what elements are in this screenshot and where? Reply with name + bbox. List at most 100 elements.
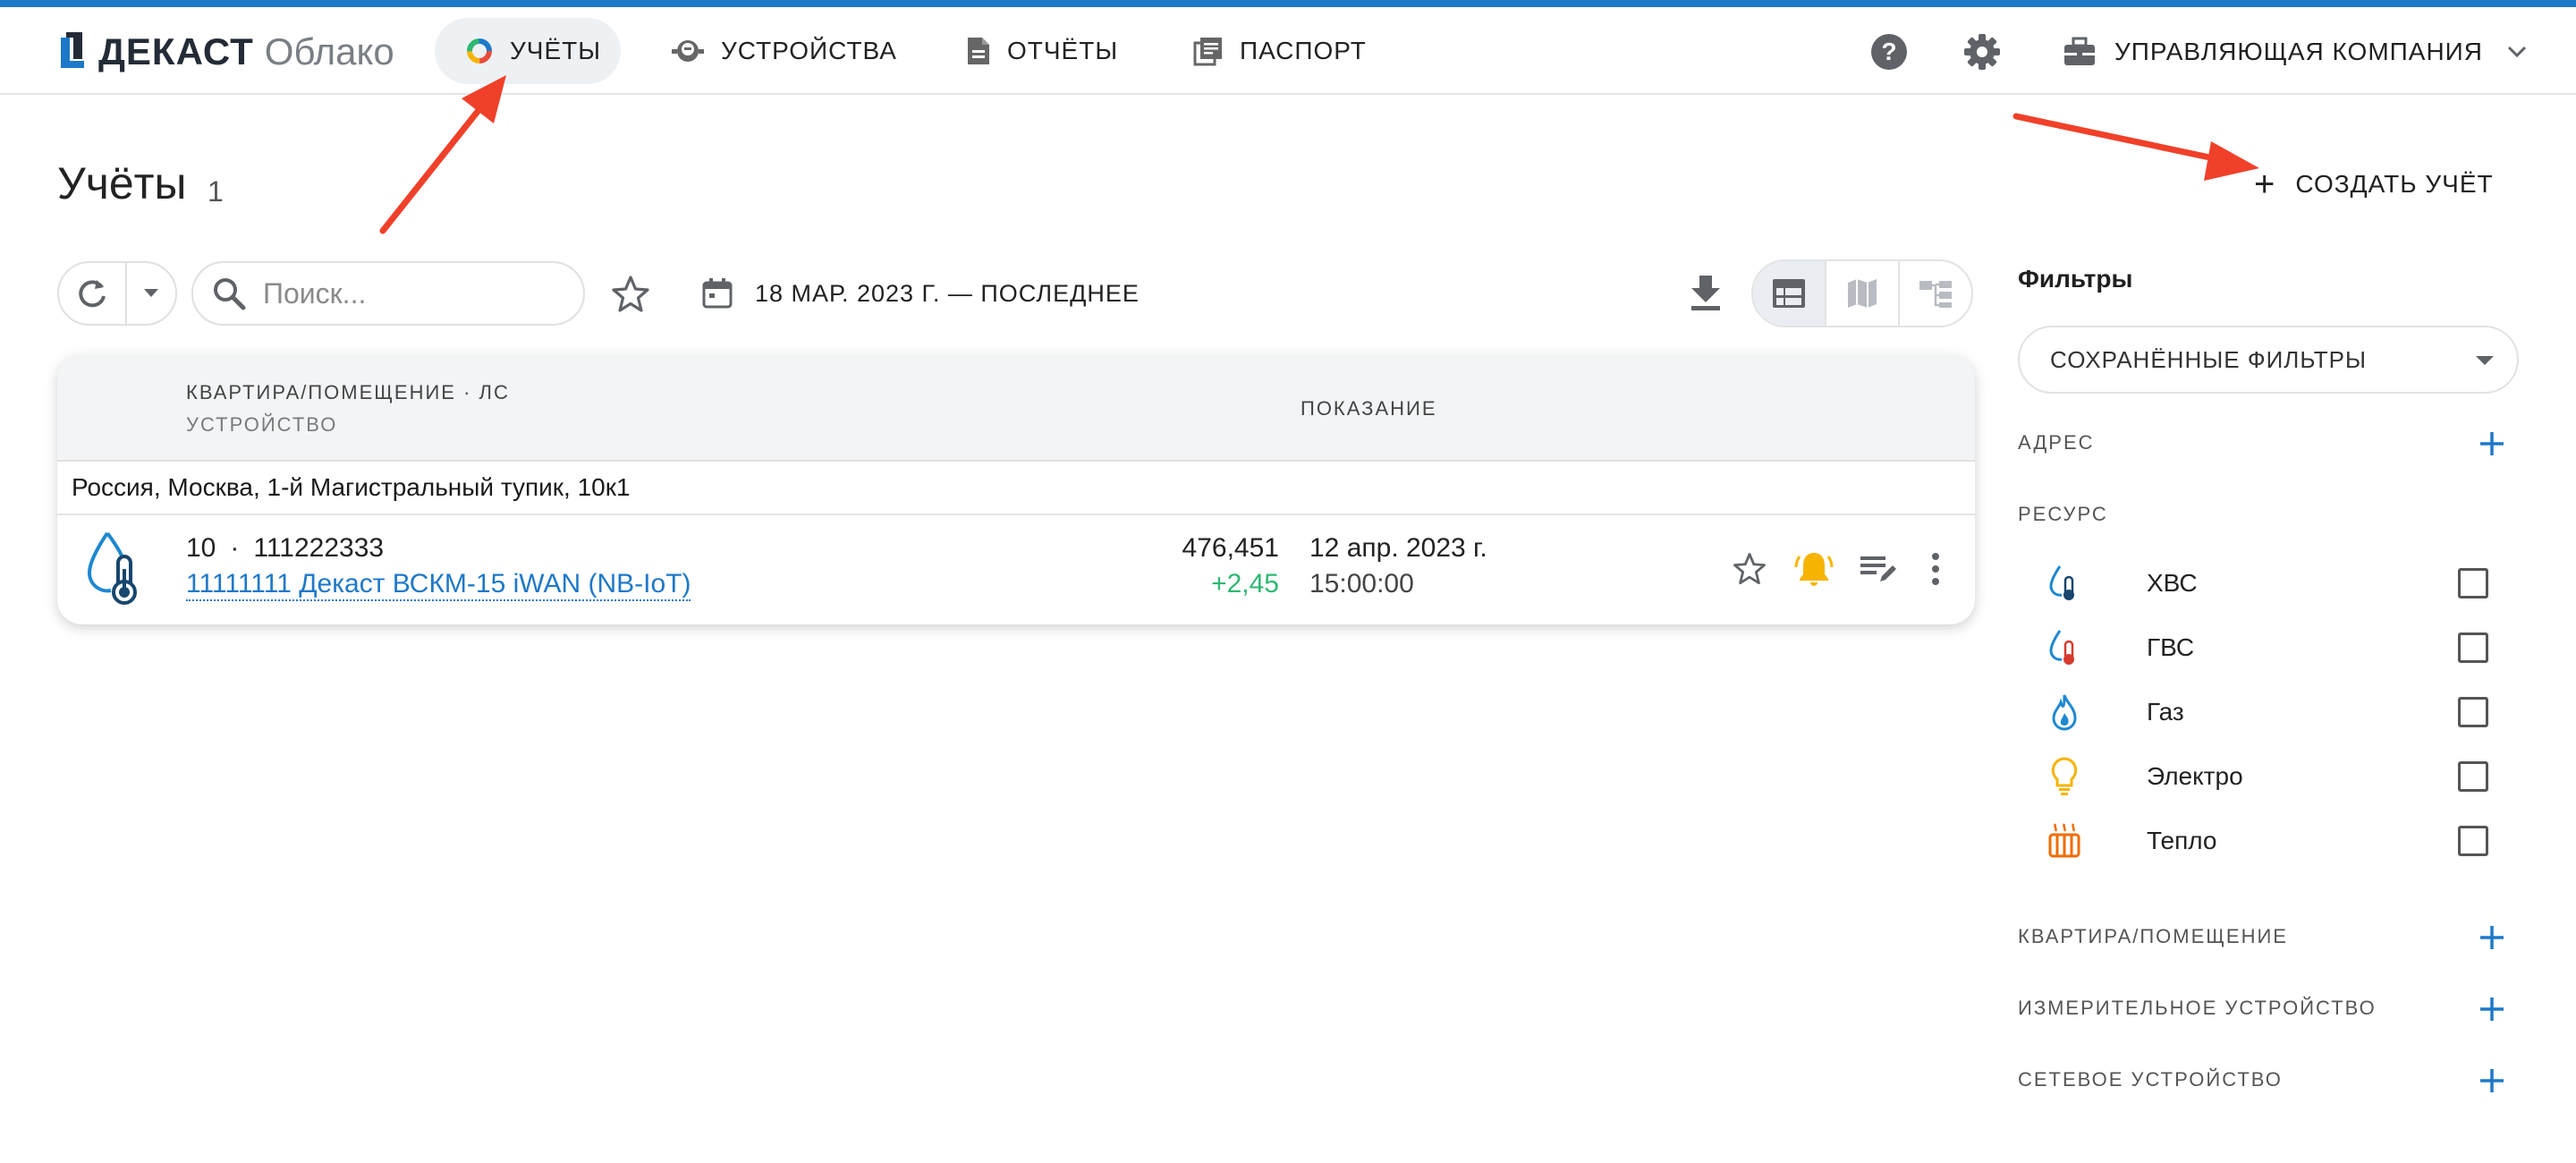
edit-list-icon: [1860, 556, 1896, 582]
view-switcher: [1751, 259, 1973, 327]
create-account-label: СОЗДАТЬ УЧЁТ: [2295, 170, 2494, 198]
filter-section-apartment: КВАРТИРА/ПОМЕЩЕНИЕ: [2018, 925, 2288, 947]
search-input[interactable]: [263, 276, 549, 310]
search-icon: [214, 278, 246, 310]
more-vertical-icon: [1932, 553, 1939, 585]
help-circle-icon[interactable]: ?: [1868, 30, 1911, 73]
column-header-apartment[interactable]: КВАРТИРА/ПОМЕЩЕНИЕ · ЛС: [186, 381, 510, 404]
create-account-button[interactable]: + СОЗДАТЬ УЧЁТ: [2254, 161, 2494, 208]
resource-checkbox[interactable]: [2458, 826, 2488, 856]
passport-book-icon: [1193, 34, 1224, 68]
nav-tab-reports[interactable]: ОТЧЁТЫ: [936, 18, 1132, 84]
reading-delta: +2,45: [1211, 569, 1279, 598]
filter-section-meter: ИЗМЕРИТЕЛЬНОЕ УСТРОЙСТВО: [2018, 997, 2377, 1019]
plus-icon: +: [2254, 165, 2276, 204]
reading-date: 12 апр. 2023 г.: [1309, 533, 1487, 563]
nav-tab-accounts[interactable]: УЧЁТЫ: [435, 18, 621, 84]
filter-section-network: СЕТЕВОЕ УСТРОЙСТВО: [2018, 1068, 2283, 1091]
resource-label: ХВС: [2147, 569, 2198, 597]
top-bar: ДЕКАСТ Облако УЧЁТЫ УСТРОЙСТВА ОТЧЁТЫ ПА…: [0, 7, 2576, 95]
document-icon: [966, 34, 991, 68]
resource-checkbox[interactable]: [2458, 697, 2488, 727]
apartment-account: 10 · 111222333: [186, 533, 384, 564]
table-view-button[interactable]: [1753, 261, 1825, 326]
gas-flame-icon: [2045, 692, 2084, 732]
resource-filter-hot-water: ГВС: [2045, 623, 2510, 673]
chevron-down-icon: [2506, 38, 2533, 65]
annotation-arrow: [379, 75, 506, 234]
cold-water-icon: [2045, 564, 2084, 603]
nav-tab-passport[interactable]: ПАСПОРТ: [1163, 18, 1377, 84]
reading-value: 476,451: [1182, 533, 1279, 563]
gear-icon[interactable]: [1961, 30, 2004, 73]
resource-checkbox[interactable]: [2458, 761, 2488, 792]
favorite-button[interactable]: [1728, 548, 1771, 590]
star-outline-icon: [1733, 553, 1766, 585]
resource-filter-cold-water: ХВС: [2045, 558, 2510, 608]
calendar-icon: [702, 278, 733, 309]
nav-tab-label: УСТРОЙСТВА: [721, 37, 897, 64]
refresh-control: [57, 261, 177, 326]
device-link[interactable]: 11111111 Декаст ВСКМ-15 iWAN (NB-IoT): [186, 569, 691, 601]
logo[interactable]: ДЕКАСТ Облако: [59, 27, 394, 77]
resource-label: Тепло: [2147, 827, 2217, 854]
filters-title: Фильтры: [2018, 265, 2133, 293]
nav-tab-label: ОТЧЁТЫ: [1007, 37, 1119, 64]
refresh-options-button[interactable]: [127, 263, 175, 324]
search-box[interactable]: [191, 261, 585, 326]
alerts-button[interactable]: [1792, 548, 1835, 590]
resource-label: Электро: [2147, 762, 2243, 790]
saved-filters-select[interactable]: СОХРАНЁННЫЕ ФИЛЬТРЫ: [2018, 326, 2519, 394]
product-name: Облако: [264, 30, 394, 72]
tree-view-button[interactable]: [1898, 261, 1971, 326]
logo-mark-icon: [61, 32, 84, 68]
table-row[interactable]: 10 · 111222333 11111111 Декаст ВСКМ-15 iWA…: [57, 515, 1975, 624]
saved-filters-label: СОХРАНЁННЫЕ ФИЛЬТРЫ: [2050, 345, 2368, 373]
top-accent-strip: [0, 0, 2576, 7]
resource-checkbox[interactable]: [2458, 632, 2488, 663]
filter-section-address: АДРЕС: [2018, 431, 2095, 454]
download-icon[interactable]: [1685, 272, 1726, 313]
resource-filter-gas: Газ: [2045, 687, 2510, 737]
resource-checkbox[interactable]: [2458, 568, 2488, 598]
add-apartment-filter-plus-icon[interactable]: [2474, 920, 2510, 955]
add-address-filter-plus-icon[interactable]: [2474, 426, 2510, 462]
reading-time: 15:00:00: [1309, 569, 1414, 598]
resource-label: ГВС: [2147, 633, 2195, 661]
caret-down-icon: [144, 289, 158, 297]
map-view-icon: [1848, 279, 1877, 308]
lightbulb-icon: [2045, 757, 2084, 796]
date-range-picker[interactable]: 18 МАР. 2023 Г. — ПОСЛЕДНЕЕ: [701, 276, 1140, 311]
caret-down-icon: [2476, 356, 2494, 365]
apartment-number: 10: [186, 533, 216, 563]
nav-tab-label: УЧЁТЫ: [510, 37, 602, 64]
nav-tab-label: ПАСПОРТ: [1240, 37, 1367, 64]
nav-tab-devices[interactable]: УСТРОЙСТВА: [640, 18, 909, 84]
company-selector[interactable]: УПРАВЛЯЮЩАЯ КОМПАНИЯ: [2063, 30, 2533, 73]
resource-filter-electricity: Электро: [2045, 751, 2510, 802]
meter-device-icon: [671, 34, 705, 68]
edit-notes-button[interactable]: [1857, 548, 1900, 590]
refresh-button[interactable]: [59, 263, 127, 324]
table-view-icon: [1773, 279, 1805, 308]
column-header-device[interactable]: УСТРОЙСТВО: [186, 413, 337, 437]
personal-account: 111222333: [253, 533, 385, 563]
date-range-label: 18 МАР. 2023 Г. — ПОСЛЕДНЕЕ: [755, 279, 1140, 307]
add-meter-filter-plus-icon[interactable]: [2474, 991, 2510, 1027]
resource-filter-heat: Тепло: [2045, 816, 2510, 866]
svg-text:?: ?: [1881, 38, 1896, 65]
records-count: 1: [208, 175, 224, 208]
more-menu-button[interactable]: [1914, 548, 1957, 590]
accounts-table: КВАРТИРА/ПОМЕЩЕНИЕ · ЛС УСТРОЙСТВО ПОКАЗ…: [57, 354, 1975, 624]
page-title: Учёты: [57, 158, 187, 208]
map-view-button[interactable]: [1825, 261, 1898, 326]
company-name: УПРАВЛЯЮЩАЯ КОМПАНИЯ: [2114, 38, 2484, 65]
separator-dot: ·: [230, 533, 240, 563]
brand-name: ДЕКАСТ: [98, 30, 254, 72]
column-header-reading[interactable]: ПОКАЗАНИЕ: [1301, 397, 1437, 420]
donut-chart-icon: [465, 34, 494, 68]
add-network-filter-plus-icon[interactable]: [2474, 1063, 2510, 1099]
address-group-row: Россия, Москва, 1-й Магистральный тупик,…: [57, 462, 1975, 515]
favorites-star-icon[interactable]: [610, 274, 651, 315]
refresh-icon: [79, 280, 106, 308]
